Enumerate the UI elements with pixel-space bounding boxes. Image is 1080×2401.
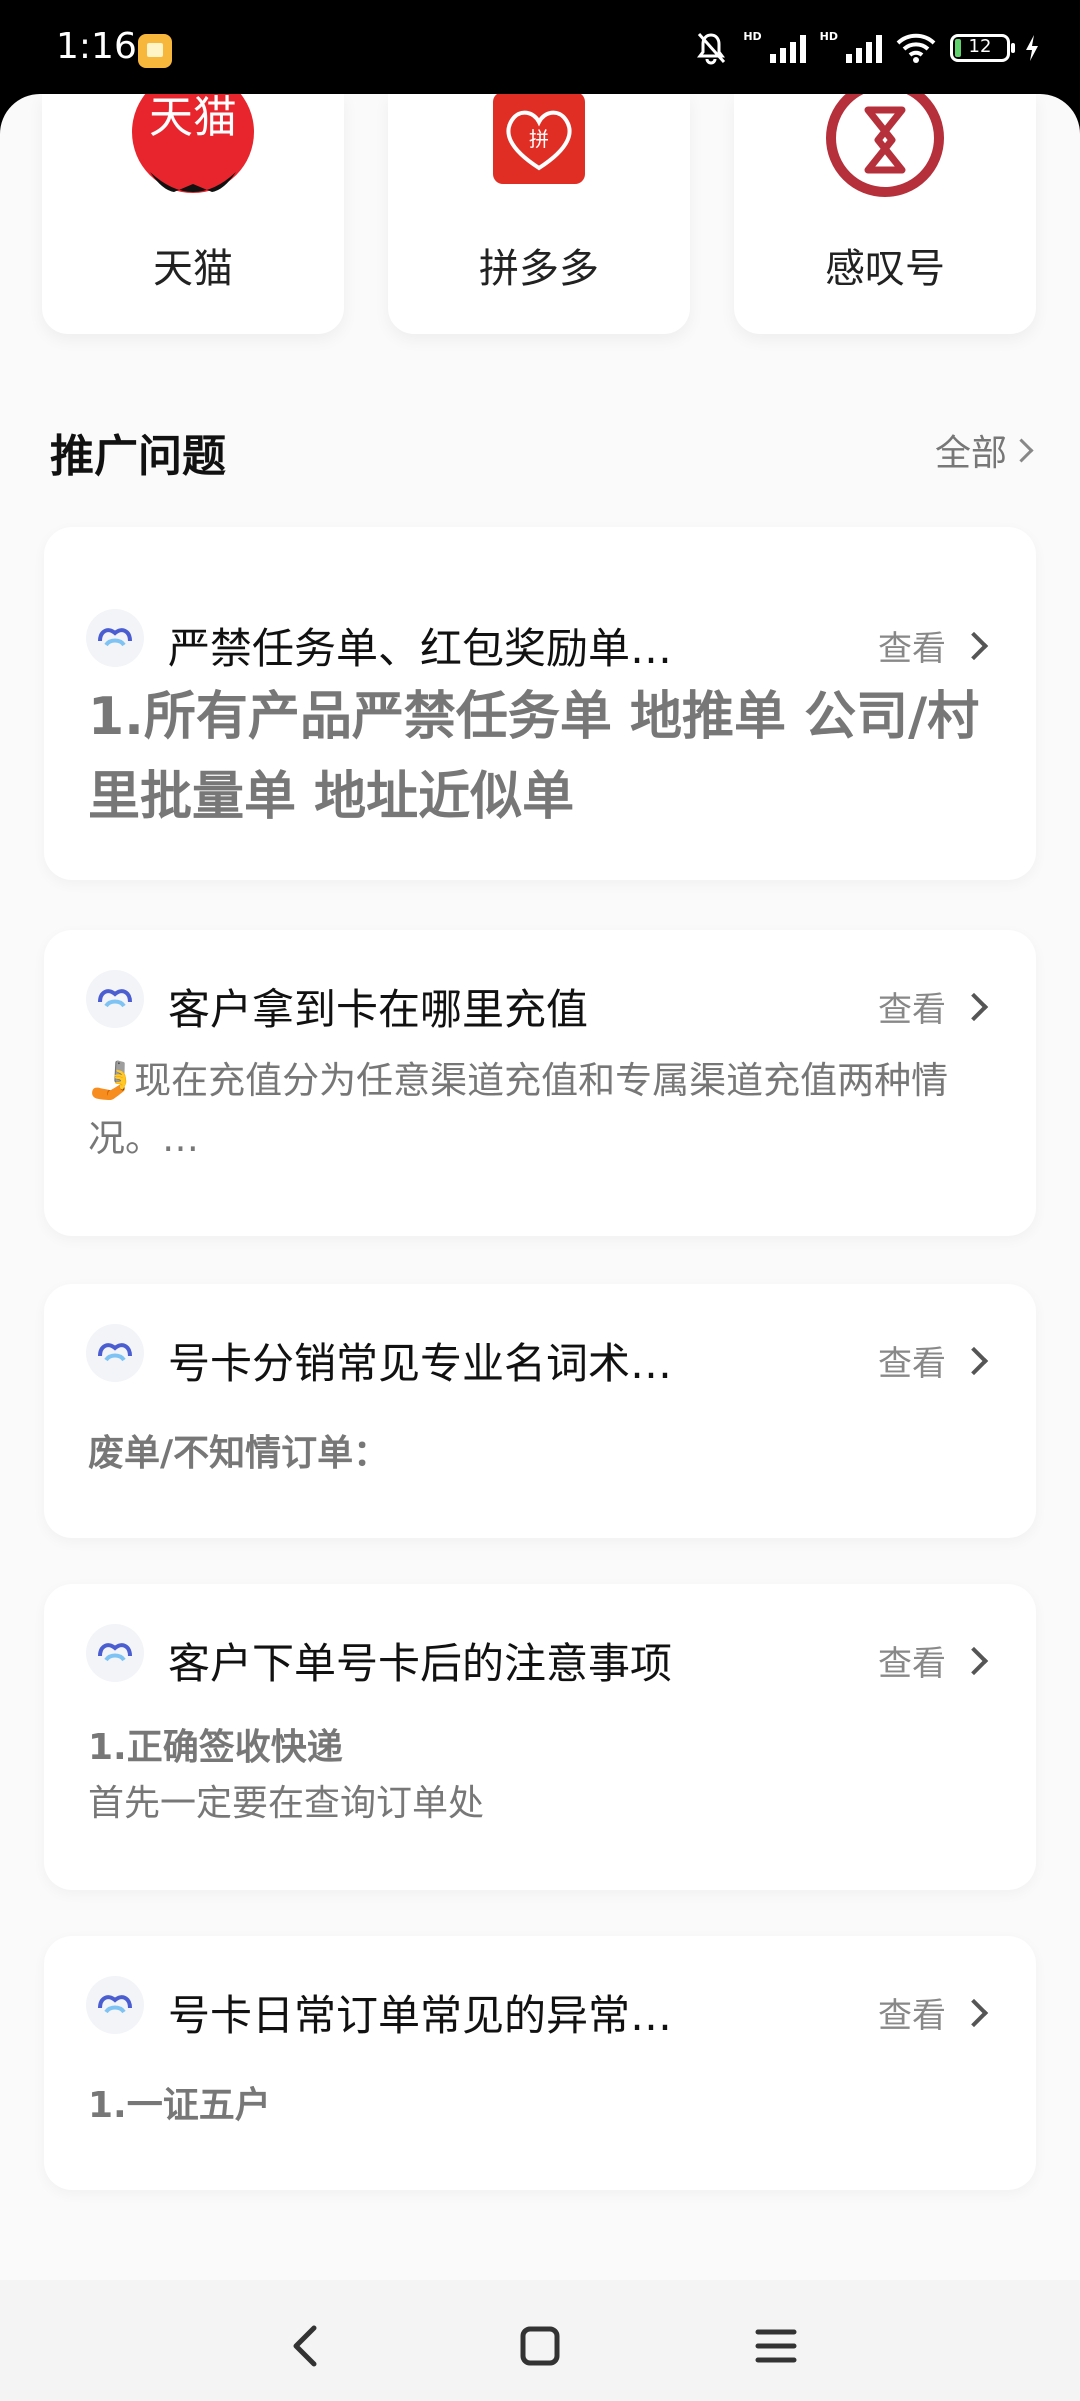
chevron-right-icon	[959, 1346, 989, 1375]
question-title: 客户下单号卡后的注意事项	[168, 1639, 673, 1688]
view-label: 查看	[878, 1644, 946, 1684]
question-body: 1.所有产品严禁任务单 地推单 公司/村里批量单 地址近似单	[88, 687, 980, 827]
home-icon[interactable]	[510, 2316, 570, 2376]
section-title: 推广问题	[50, 431, 226, 482]
chevron-right-icon	[959, 1646, 989, 1675]
hourglass-logo-icon	[826, 94, 944, 197]
section-header: 推广问题 全部	[50, 420, 1034, 482]
platform-card-gantanhao[interactable]: 感叹号	[734, 94, 1036, 334]
question-card[interactable]: 号卡分销常见专业名词术… 查看 废单/不知情订单：	[44, 1284, 1036, 1538]
question-body: 1.一证五户	[88, 2085, 271, 2126]
status-bar: 1:16 HD HD 12	[0, 0, 1080, 100]
question-card[interactable]: 号卡日常订单常见的异常… 查看 1.一证五户	[44, 1936, 1036, 2190]
view-label: 查看	[878, 1344, 946, 1384]
pinduoduo-logo-icon: 拼	[493, 94, 585, 184]
platform-card-pinduoduo[interactable]: 拼 拼多多	[388, 94, 690, 334]
question-body: 🤳现在充值分为任意渠道充值和专属渠道充值两种情况。…	[88, 1059, 949, 1160]
hd-label-2: HD	[819, 29, 838, 43]
status-icons: HD HD 12	[693, 30, 1040, 66]
tmall-logo-icon: 天猫	[132, 94, 254, 193]
brand-icon	[86, 1976, 144, 2034]
view-label: 查看	[878, 990, 946, 1030]
battery-icon: 12	[950, 34, 1015, 62]
view-button[interactable]: 查看	[878, 621, 989, 670]
back-icon[interactable]	[276, 2316, 336, 2376]
brand-icon	[86, 1624, 144, 1682]
signal-icon	[769, 33, 806, 63]
system-navigation-bar	[0, 2280, 1080, 2401]
question-card[interactable]: 严禁任务单、红包奖励单… 查看 1.所有产品严禁任务单 地推单 公司/村里批量单…	[44, 527, 1036, 880]
bell-muted-icon	[697, 33, 726, 65]
chevron-right-icon	[959, 992, 989, 1021]
view-label: 查看	[878, 629, 946, 669]
view-button[interactable]: 查看	[878, 1336, 989, 1385]
question-title: 严禁任务单、红包奖励单…	[168, 624, 673, 673]
platform-name: 拼多多	[479, 246, 599, 292]
brand-icon	[86, 970, 144, 1028]
menu-icon[interactable]	[746, 2316, 806, 2376]
view-all-label: 全部	[934, 433, 1007, 474]
chevron-right-icon	[1009, 437, 1034, 463]
view-button[interactable]: 查看	[878, 1988, 989, 2037]
platform-card-tmall[interactable]: 天猫 天猫	[42, 94, 344, 334]
question-title: 号卡日常订单常见的异常…	[168, 1991, 673, 2040]
view-button[interactable]: 查看	[878, 982, 989, 1031]
question-title: 号卡分销常见专业名词术…	[168, 1339, 673, 1388]
svg-text:拼: 拼	[529, 127, 549, 151]
view-button[interactable]: 查看	[878, 1636, 989, 1685]
signal-icon-2	[846, 33, 882, 63]
charging-icon	[1026, 35, 1038, 61]
question-card[interactable]: 客户拿到卡在哪里充值 查看 🤳现在充值分为任意渠道充值和专属渠道充值两种情况。…	[44, 930, 1036, 1236]
question-body: 首先一定要在查询订单处	[88, 1783, 485, 1824]
question-card[interactable]: 客户下单号卡后的注意事项 查看 1.正确签收快递 首先一定要在查询订单处	[44, 1584, 1036, 1890]
question-title: 客户拿到卡在哪里充值	[168, 985, 589, 1034]
svg-text:天猫: 天猫	[149, 94, 237, 143]
battery-level: 12	[968, 36, 992, 57]
chevron-right-icon	[959, 1998, 989, 2027]
platform-name: 感叹号	[825, 246, 945, 292]
wifi-icon	[896, 33, 936, 63]
question-body: 废单/不知情订单：	[88, 1433, 390, 1474]
question-body-heading: 1.正确签收快递	[88, 1727, 343, 1768]
view-label: 查看	[878, 1996, 946, 2036]
notification-app-icon	[138, 34, 172, 68]
platform-grid: 天猫 天猫 拼 拼多多 感叹号	[42, 94, 1038, 334]
platform-name: 天猫	[153, 246, 233, 292]
brand-icon	[86, 609, 144, 667]
hd-label: HD	[743, 29, 762, 43]
view-all-link[interactable]: 全部	[934, 424, 1034, 476]
main-content: 天猫 天猫 拼 拼多多 感叹号 推广问题 全部 严禁任务单、红包奖励单… 查看 …	[0, 94, 1080, 2401]
chevron-right-icon	[959, 631, 989, 660]
status-time: 1:16	[56, 26, 137, 67]
brand-icon	[86, 1324, 144, 1382]
